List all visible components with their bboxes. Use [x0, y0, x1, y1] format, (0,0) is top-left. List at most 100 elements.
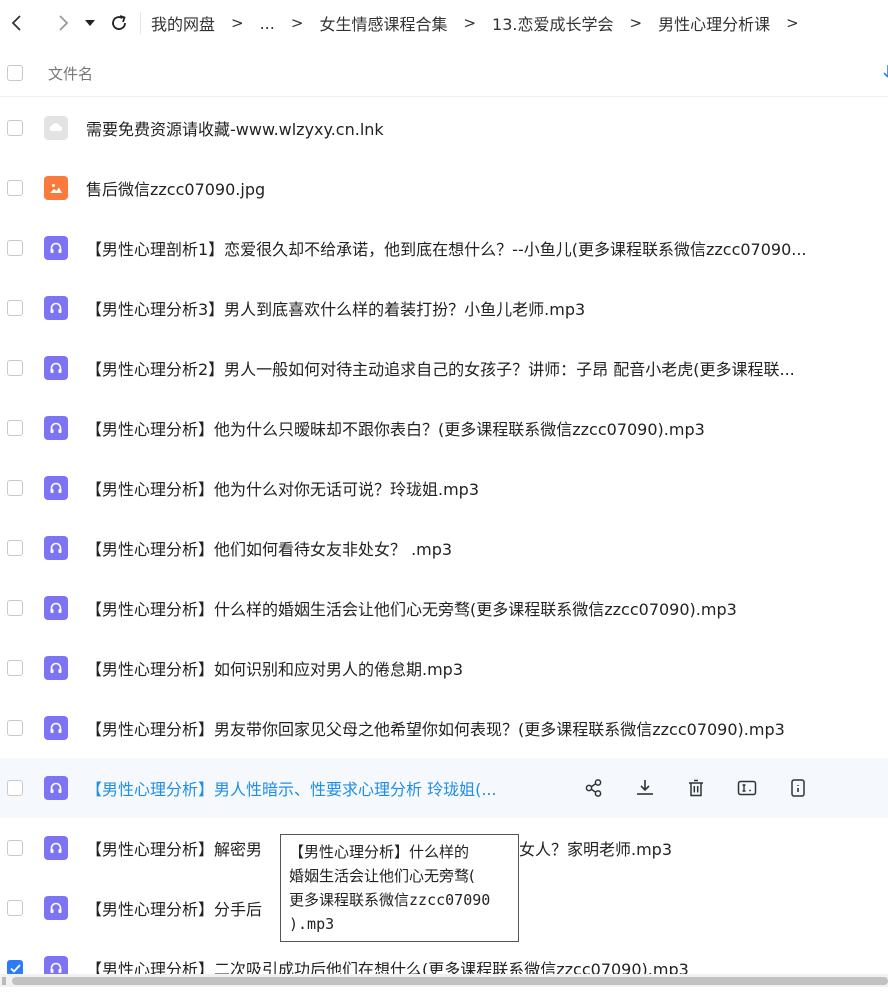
breadcrumb-love-growth[interactable]: 13.恋爱成长学会	[492, 11, 613, 35]
link-file-icon	[44, 116, 68, 140]
share-icon	[585, 779, 602, 797]
share-button[interactable]	[582, 776, 606, 800]
refresh-button[interactable]	[104, 8, 134, 38]
tooltip-line: 【男性心理分析】什么样的	[289, 843, 470, 861]
history-dropdown-button[interactable]	[80, 8, 100, 38]
file-name[interactable]: 【男性心理分析】什么样的婚姻生活会让他们心无旁骛(更多课程联系微信zzcc070…	[86, 596, 737, 620]
file-row[interactable]: 【男性心理分析】男友带你回家见父母之他希望你如何表现？(更多课程联系微信zzcc…	[0, 698, 888, 758]
audio-file-icon	[50, 602, 62, 613]
audio-file-icon	[50, 842, 62, 853]
sort-arrow-icon[interactable]	[882, 65, 888, 81]
forward-button[interactable]	[48, 8, 78, 38]
row-actions	[582, 776, 837, 800]
file-row[interactable]: 【男性心理分析】他们如何看待女友非处女？ .mp3	[0, 518, 888, 578]
audio-file-icon	[44, 416, 68, 440]
tooltip-line: 更多课程联系微信	[289, 891, 410, 909]
audio-file-icon	[50, 782, 62, 793]
delete-button[interactable]	[684, 776, 708, 800]
file-checkbox[interactable]	[7, 240, 23, 256]
audio-file-icon	[44, 896, 68, 920]
breadcrumb-ellipsis[interactable]: ...	[260, 14, 275, 33]
audio-file-icon	[44, 356, 68, 380]
file-name[interactable]: 【男性心理分析】分手后	[86, 896, 262, 920]
column-filename[interactable]: 文件名	[48, 63, 93, 84]
file-row[interactable]: 【男性心理分析2】男人一般如何对待主动追求自己的女孩子？讲师：子昂 配音小老虎(…	[0, 338, 888, 398]
file-row[interactable]: 【男性心理分析】二次吸引成功后他们在想什么(更多课程联系微信zzcc07090)…	[0, 938, 888, 998]
audio-file-icon	[44, 776, 68, 800]
file-row[interactable]: 【男性心理分析】男人性暗示、性要求心理分析 玲珑姐(...	[0, 758, 888, 818]
audio-file-icon	[44, 236, 68, 260]
file-row[interactable]: 【男性心理分析3】男人到底喜欢什么样的着装打扮？小鱼儿老师.mp3	[0, 278, 888, 338]
file-checkbox[interactable]	[7, 180, 23, 196]
file-checkbox[interactable]	[7, 360, 23, 376]
file-name[interactable]: 【男性心理分析】他为什么对你无话可说？玲珑姐.mp3	[86, 476, 479, 500]
info-button[interactable]	[786, 776, 810, 800]
select-all-checkbox[interactable]	[7, 65, 23, 81]
file-name[interactable]: 【男性心理分析】男人性暗示、性要求心理分析 玲珑姐(...	[86, 776, 497, 800]
rename-button[interactable]	[735, 776, 759, 800]
file-row[interactable]: 【男性心理分析】他为什么只暧昧却不跟你表白？(更多课程联系微信zzcc07090…	[0, 398, 888, 458]
breadcrumb-current-folder[interactable]: 男性心理分析课	[658, 11, 770, 35]
file-row[interactable]: 需要免费资源请收藏-www.wlzyxy.cn.lnk	[0, 98, 888, 158]
file-checkbox[interactable]	[7, 660, 23, 676]
audio-file-icon	[50, 302, 62, 313]
image-file-icon	[44, 176, 68, 200]
horizontal-scrollbar[interactable]	[0, 974, 888, 987]
file-row[interactable]: 【男性心理剖析1】恋爱很久却不给承诺，他到底在想什么？--小鱼儿(更多课程联系微…	[0, 218, 888, 278]
file-name[interactable]: 【男性心理分析】他为什么只暧昧却不跟你表白？(更多课程联系微信zzcc07090…	[86, 416, 705, 440]
file-name[interactable]: 【男性心理分析】他们如何看待女友非处女？ .mp3	[86, 536, 452, 560]
file-row[interactable]: 【男性心理分析】如何识别和应对男人的倦怠期.mp3	[0, 638, 888, 698]
audio-file-icon	[44, 296, 68, 320]
scroll-left-arrow[interactable]	[2, 977, 6, 985]
file-row[interactable]: 【男性心理分析】他为什么对你无话可说？玲珑姐.mp3	[0, 458, 888, 518]
rename-icon	[737, 780, 757, 796]
link-file-icon	[49, 123, 63, 131]
file-name[interactable]: 【男性心理分析】解密男	[86, 836, 262, 860]
nav-divider	[140, 12, 141, 34]
file-checkbox[interactable]	[7, 840, 23, 856]
audio-file-icon	[50, 482, 62, 493]
file-checkbox[interactable]	[7, 420, 23, 436]
delete-icon	[689, 779, 703, 797]
file-checkbox[interactable]	[7, 300, 23, 316]
file-name[interactable]: 【男性心理剖析1】恋爱很久却不给承诺，他到底在想什么？--小鱼儿(更多课程联系微…	[86, 236, 807, 260]
file-row[interactable]: 【男性心理分析】什么样的婚姻生活会让他们心无旁骛(更多课程联系微信zzcc070…	[0, 578, 888, 638]
file-checkbox[interactable]	[7, 720, 23, 736]
chevron-left-icon	[11, 15, 21, 31]
audio-file-icon	[44, 596, 68, 620]
breadcrumb-separator: >	[786, 14, 799, 32]
tooltip-line: ).mp3	[289, 915, 335, 933]
file-name[interactable]: 【男性心理分析】男友带你回家见父母之他希望你如何表现？(更多课程联系微信zzcc…	[86, 716, 785, 740]
file-name[interactable]: 【男性心理分析2】男人一般如何对待主动追求自己的女孩子？讲师：子昂 配音小老虎(…	[86, 356, 795, 380]
file-checkbox[interactable]	[7, 900, 23, 916]
file-name[interactable]: 需要免费资源请收藏-www.wlzyxy.cn.lnk	[86, 116, 384, 140]
scrollbar-thumb[interactable]	[12, 977, 888, 985]
breadcrumb-my-drive[interactable]: 我的网盘	[151, 11, 215, 35]
file-checkbox[interactable]	[7, 480, 23, 496]
file-name[interactable]: 【男性心理分析】如何识别和应对男人的倦怠期.mp3	[86, 656, 463, 680]
file-checkbox[interactable]	[7, 540, 23, 556]
audio-file-icon	[50, 662, 62, 673]
file-checkbox[interactable]	[7, 120, 23, 136]
breadcrumb-course-collection[interactable]: 女生情感课程合集	[319, 11, 447, 35]
file-checkbox[interactable]	[7, 780, 23, 796]
file-checkbox[interactable]	[7, 600, 23, 616]
back-button[interactable]	[2, 8, 32, 38]
audio-file-icon	[44, 476, 68, 500]
file-row[interactable]: 售后微信zzcc07090.jpg	[0, 158, 888, 218]
info-icon	[791, 779, 805, 797]
image-file-icon	[50, 184, 62, 193]
download-button[interactable]	[633, 776, 657, 800]
nav-bar: 我的网盘 > ... > 女生情感课程合集 > 13.恋爱成长学会 > 男性心理…	[0, 0, 888, 46]
filename-tooltip: 【男性心理分析】什么样的 婚姻生活会让他们心无旁骛( 更多课程联系微信zzcc0…	[280, 834, 519, 942]
breadcrumb-separator: >	[629, 14, 643, 32]
file-name[interactable]: 售后微信zzcc07090.jpg	[86, 176, 265, 200]
file-name[interactable]: 【男性心理分析3】男人到底喜欢什么样的着装打扮？小鱼儿老师.mp3	[86, 296, 585, 320]
audio-file-icon	[50, 902, 62, 913]
check-icon	[9, 963, 21, 973]
audio-file-icon	[50, 722, 62, 733]
breadcrumb: 我的网盘 > ... > 女生情感课程合集 > 13.恋爱成长学会 > 男性心理…	[151, 11, 815, 35]
file-name-tail[interactable]: 女人？家明老师.mp3	[519, 836, 672, 860]
audio-file-icon	[50, 242, 62, 253]
audio-file-icon	[50, 962, 62, 973]
